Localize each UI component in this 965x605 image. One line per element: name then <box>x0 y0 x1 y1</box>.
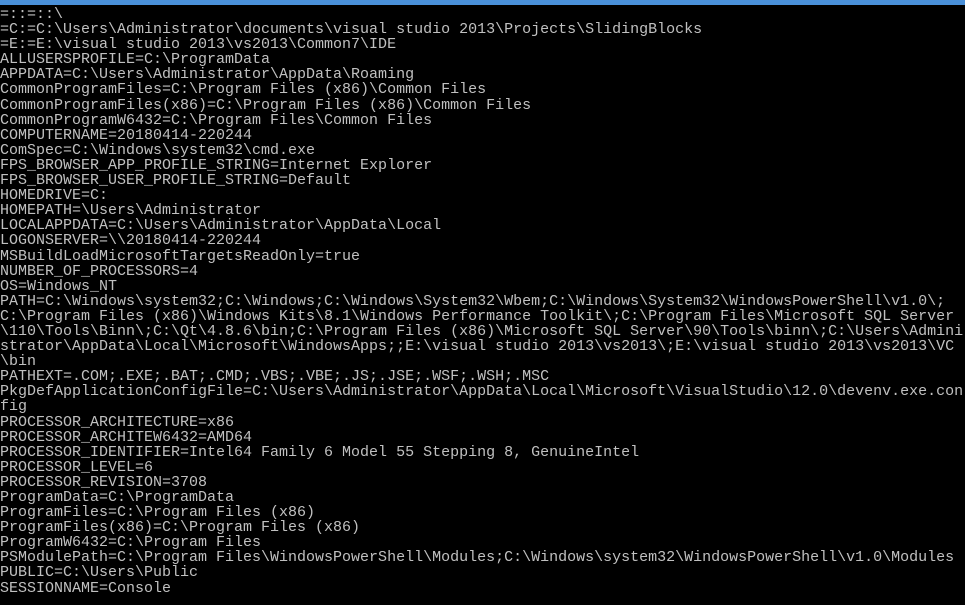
env-line: ProgramFiles=C:\Program Files (x86) <box>0 505 965 520</box>
env-line: PATH=C:\Windows\system32;C:\Windows;C:\W… <box>0 294 965 369</box>
env-line: LOGONSERVER=\\20180414-220244 <box>0 233 965 248</box>
env-line: =::=::\ <box>0 7 965 22</box>
env-line: ProgramData=C:\ProgramData <box>0 490 965 505</box>
env-line: PATHEXT=.COM;.EXE;.BAT;.CMD;.VBS;.VBE;.J… <box>0 369 965 384</box>
env-line: PROCESSOR_ARCHITECTURE=x86 <box>0 415 965 430</box>
env-line: ProgramFiles(x86)=C:\Program Files (x86) <box>0 520 965 535</box>
env-line: ProgramW6432=C:\Program Files <box>0 535 965 550</box>
env-line: SESSIONNAME=Console <box>0 581 965 596</box>
env-line: PkgDefApplicationConfigFile=C:\Users\Adm… <box>0 384 965 414</box>
terminal-output[interactable]: =::=::\=C:=C:\Users\Administrator\docume… <box>0 5 965 596</box>
env-line: CommonProgramFiles(x86)=C:\Program Files… <box>0 98 965 113</box>
env-line: ComSpec=C:\Windows\system32\cmd.exe <box>0 143 965 158</box>
env-line: PUBLIC=C:\Users\Public <box>0 565 965 580</box>
env-line: NUMBER_OF_PROCESSORS=4 <box>0 264 965 279</box>
env-line: PROCESSOR_LEVEL=6 <box>0 460 965 475</box>
env-line: HOMEDRIVE=C: <box>0 188 965 203</box>
env-line: FPS_BROWSER_APP_PROFILE_STRING=Internet … <box>0 158 965 173</box>
env-line: OS=Windows_NT <box>0 279 965 294</box>
env-line: CommonProgramFiles=C:\Program Files (x86… <box>0 82 965 97</box>
env-line: PROCESSOR_ARCHITEW6432=AMD64 <box>0 430 965 445</box>
env-line: COMPUTERNAME=20180414-220244 <box>0 128 965 143</box>
env-line: PROCESSOR_IDENTIFIER=Intel64 Family 6 Mo… <box>0 445 965 460</box>
env-line: =C:=C:\Users\Administrator\documents\vis… <box>0 22 965 37</box>
env-line: CommonProgramW6432=C:\Program Files\Comm… <box>0 113 965 128</box>
env-line: APPDATA=C:\Users\Administrator\AppData\R… <box>0 67 965 82</box>
env-line: PROCESSOR_REVISION=3708 <box>0 475 965 490</box>
env-line: HOMEPATH=\Users\Administrator <box>0 203 965 218</box>
env-line: MSBuildLoadMicrosoftTargetsReadOnly=true <box>0 249 965 264</box>
env-line: =E:=E:\visual studio 2013\vs2013\Common7… <box>0 37 965 52</box>
env-line: PSModulePath=C:\Program Files\WindowsPow… <box>0 550 965 565</box>
env-line: FPS_BROWSER_USER_PROFILE_STRING=Default <box>0 173 965 188</box>
env-line: LOCALAPPDATA=C:\Users\Administrator\AppD… <box>0 218 965 233</box>
env-line: ALLUSERSPROFILE=C:\ProgramData <box>0 52 965 67</box>
